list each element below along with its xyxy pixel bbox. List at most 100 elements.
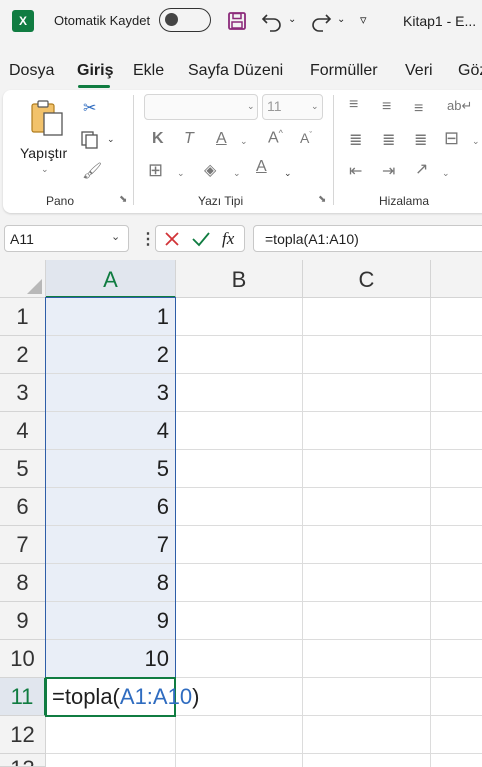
cell-d11[interactable] bbox=[431, 678, 482, 716]
insert-function-button[interactable]: fx bbox=[222, 229, 234, 249]
align-middle-icon[interactable]: ≡ bbox=[382, 98, 391, 116]
redo-dropdown-icon[interactable]: ⌄ bbox=[337, 14, 345, 25]
cell-b7[interactable] bbox=[176, 526, 303, 564]
enter-check-icon[interactable] bbox=[191, 230, 211, 248]
cell-a1[interactable]: 1 bbox=[46, 298, 176, 336]
font-color-dropdown-icon[interactable]: ⌄ bbox=[284, 168, 292, 179]
align-center-icon[interactable]: ≣ bbox=[382, 130, 395, 150]
column-header-d[interactable] bbox=[431, 260, 482, 298]
undo-dropdown-icon[interactable]: ⌄ bbox=[288, 14, 296, 25]
row-header[interactable]: 1 bbox=[0, 298, 46, 336]
grow-font-icon[interactable]: A^ bbox=[268, 128, 283, 147]
decrease-indent-icon[interactable]: ⇤ bbox=[349, 161, 362, 181]
cell-d7[interactable] bbox=[431, 526, 482, 564]
merge-center-icon[interactable]: ⊟ bbox=[444, 128, 459, 149]
undo-icon[interactable] bbox=[260, 9, 284, 33]
borders-icon[interactable]: ⊞ bbox=[148, 160, 163, 181]
tab-goz[interactable]: Göz bbox=[458, 62, 482, 80]
fill-color-icon[interactable]: ◈ bbox=[204, 160, 216, 180]
formula-bar-handle-icon[interactable]: ⋮ bbox=[140, 229, 156, 249]
cell-c9[interactable] bbox=[303, 602, 431, 640]
cell-c4[interactable] bbox=[303, 412, 431, 450]
cell-b1[interactable] bbox=[176, 298, 303, 336]
cell-b8[interactable] bbox=[176, 564, 303, 602]
cell-a10[interactable]: 10 bbox=[46, 640, 176, 678]
cell-d3[interactable] bbox=[431, 374, 482, 412]
cell-b13[interactable] bbox=[176, 754, 303, 767]
cell-a2[interactable]: 2 bbox=[46, 336, 176, 374]
borders-dropdown-icon[interactable]: ⌄ bbox=[177, 168, 185, 179]
cell-c11[interactable] bbox=[303, 678, 431, 716]
tab-veri[interactable]: Veri bbox=[405, 62, 433, 80]
active-cell-a11-editor[interactable]: =topla(A1:A10) bbox=[45, 677, 199, 717]
align-left-icon[interactable]: ≣ bbox=[349, 130, 362, 150]
row-header[interactable]: 10 bbox=[0, 640, 46, 678]
cell-b10[interactable] bbox=[176, 640, 303, 678]
customize-toolbar-icon[interactable]: ▿ bbox=[360, 12, 367, 28]
paste-icon[interactable] bbox=[28, 99, 68, 139]
cell-b3[interactable] bbox=[176, 374, 303, 412]
tab-dosya[interactable]: Dosya bbox=[9, 62, 54, 80]
cell-c12[interactable] bbox=[303, 716, 431, 754]
cell-d8[interactable] bbox=[431, 564, 482, 602]
cell-a12[interactable] bbox=[46, 716, 176, 754]
cell-c5[interactable] bbox=[303, 450, 431, 488]
font-size-dropdown-icon[interactable]: ⌄ bbox=[311, 101, 319, 112]
cell-a13[interactable] bbox=[46, 754, 176, 767]
tab-giris[interactable]: Giriş bbox=[77, 62, 113, 80]
align-bottom-icon[interactable]: ≡ bbox=[414, 100, 423, 118]
cell-b5[interactable] bbox=[176, 450, 303, 488]
cell-d6[interactable] bbox=[431, 488, 482, 526]
row-header-active[interactable]: 11 bbox=[0, 678, 46, 716]
row-header[interactable]: 4 bbox=[0, 412, 46, 450]
cell-b2[interactable] bbox=[176, 336, 303, 374]
cell-c1[interactable] bbox=[303, 298, 431, 336]
cell-d4[interactable] bbox=[431, 412, 482, 450]
shrink-font-icon[interactable]: Aˇ bbox=[300, 130, 312, 146]
cell-d10[interactable] bbox=[431, 640, 482, 678]
wrap-text-icon[interactable]: ab↵ bbox=[447, 98, 472, 114]
pano-launcher-icon[interactable]: ⬊ bbox=[119, 194, 127, 205]
row-header[interactable]: 13 bbox=[0, 754, 46, 767]
underline-button[interactable]: A bbox=[216, 130, 227, 148]
row-header[interactable]: 6 bbox=[0, 488, 46, 526]
cell-d9[interactable] bbox=[431, 602, 482, 640]
orientation-dropdown-icon[interactable]: ⌄ bbox=[442, 168, 450, 179]
cell-b12[interactable] bbox=[176, 716, 303, 754]
cell-c3[interactable] bbox=[303, 374, 431, 412]
redo-icon[interactable] bbox=[309, 9, 333, 33]
tab-formuller[interactable]: Formüller bbox=[310, 62, 378, 80]
font-color-icon[interactable]: A bbox=[256, 158, 267, 176]
cell-c8[interactable] bbox=[303, 564, 431, 602]
italic-button[interactable]: T bbox=[184, 130, 194, 148]
cell-a3[interactable]: 3 bbox=[46, 374, 176, 412]
row-header[interactable]: 2 bbox=[0, 336, 46, 374]
row-header[interactable]: 12 bbox=[0, 716, 46, 754]
cell-a8[interactable]: 8 bbox=[46, 564, 176, 602]
row-header[interactable]: 9 bbox=[0, 602, 46, 640]
cell-c2[interactable] bbox=[303, 336, 431, 374]
column-header-a[interactable]: A bbox=[46, 260, 176, 298]
cell-d1[interactable] bbox=[431, 298, 482, 336]
cell-a9[interactable]: 9 bbox=[46, 602, 176, 640]
copy-dropdown-icon[interactable]: ⌄ bbox=[107, 134, 115, 145]
cell-d13[interactable] bbox=[431, 754, 482, 767]
row-header[interactable]: 8 bbox=[0, 564, 46, 602]
cell-a7[interactable]: 7 bbox=[46, 526, 176, 564]
orientation-icon[interactable]: ↗ bbox=[415, 159, 428, 179]
cell-b6[interactable] bbox=[176, 488, 303, 526]
cell-d2[interactable] bbox=[431, 336, 482, 374]
cut-icon[interactable]: ✂ bbox=[83, 98, 96, 118]
paste-button[interactable]: Yapıştır bbox=[20, 145, 67, 161]
cell-d5[interactable] bbox=[431, 450, 482, 488]
cell-b4[interactable] bbox=[176, 412, 303, 450]
fill-color-dropdown-icon[interactable]: ⌄ bbox=[233, 168, 241, 179]
row-header[interactable]: 7 bbox=[0, 526, 46, 564]
increase-indent-icon[interactable]: ⇥ bbox=[382, 161, 395, 181]
cell-b9[interactable] bbox=[176, 602, 303, 640]
cell-c7[interactable] bbox=[303, 526, 431, 564]
font-name-dropdown-icon[interactable]: ⌄ bbox=[247, 101, 255, 112]
font-launcher-icon[interactable]: ⬊ bbox=[318, 194, 326, 205]
row-header[interactable]: 5 bbox=[0, 450, 46, 488]
column-header-b[interactable]: B bbox=[176, 260, 303, 298]
